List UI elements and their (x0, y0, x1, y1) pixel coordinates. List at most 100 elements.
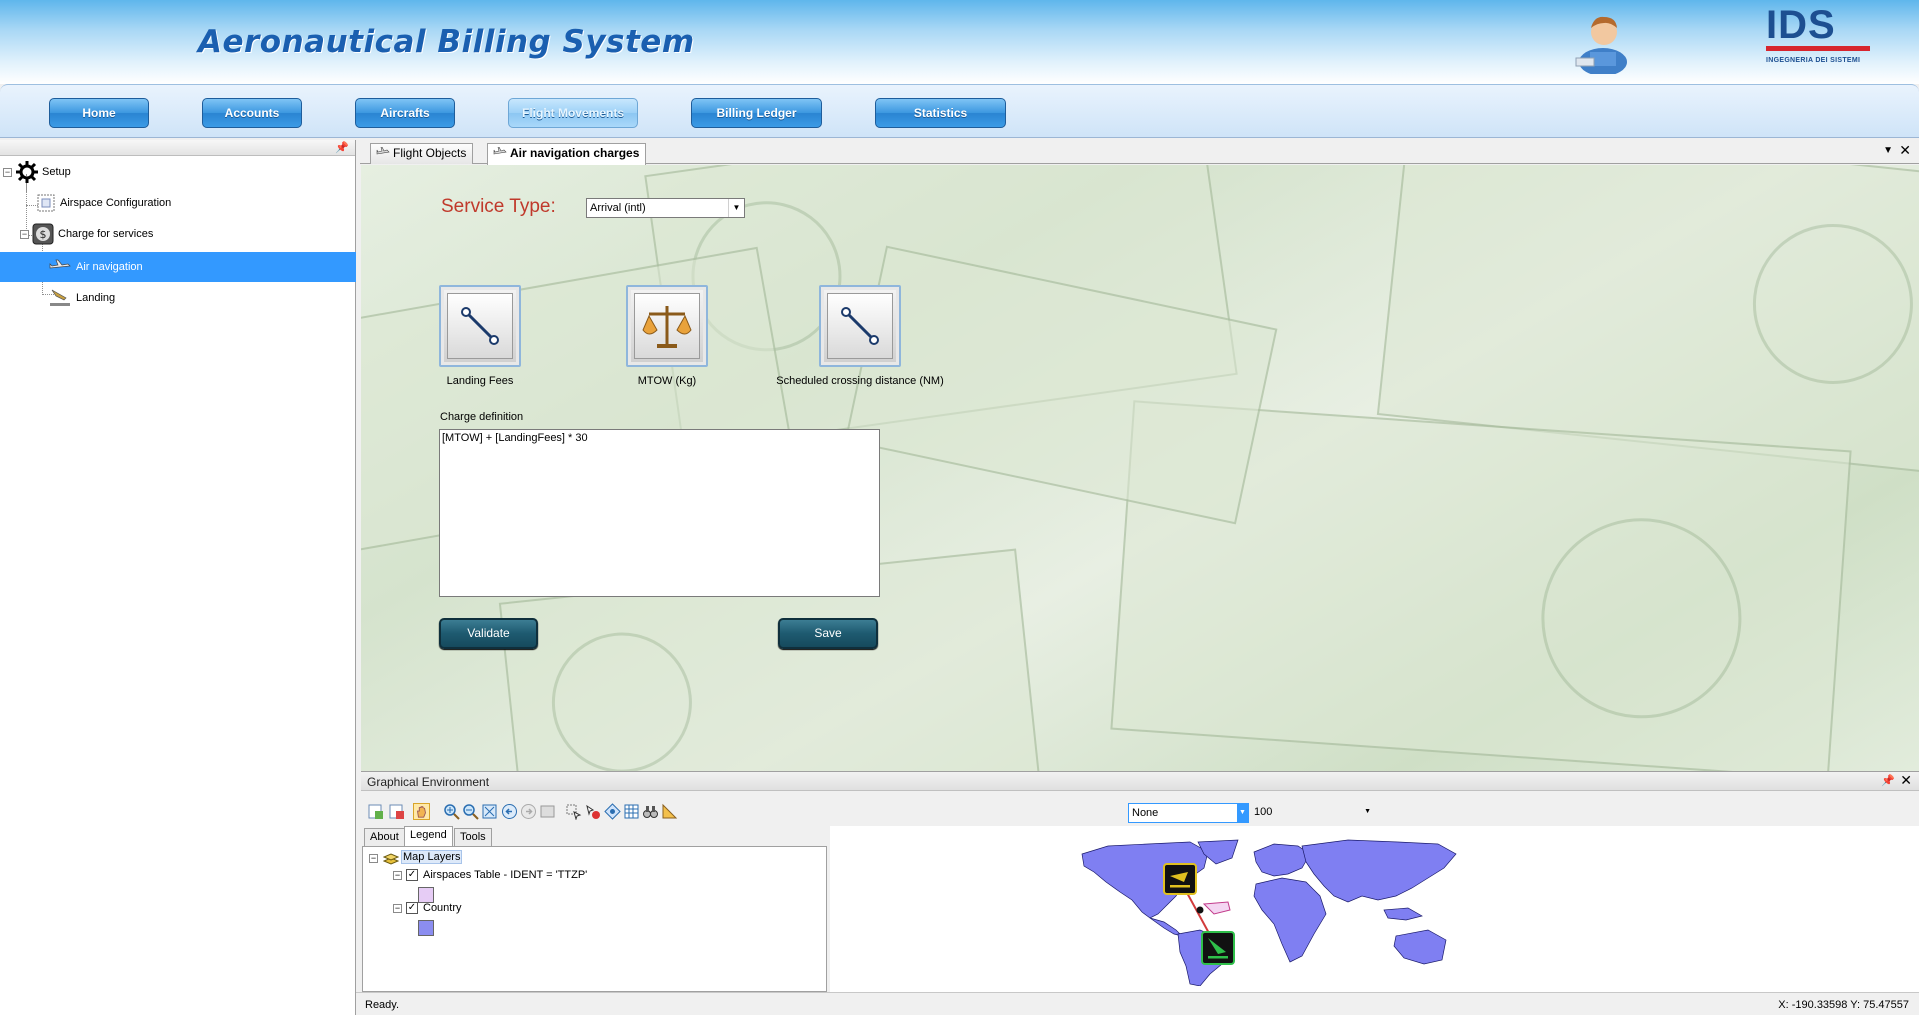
tree-label-landing: Landing (76, 292, 116, 304)
service-type-label: Service Type: (441, 196, 556, 217)
map-layer-select-value: None (1132, 807, 1159, 819)
airspaces-layer-collapse-toggle[interactable]: − (393, 871, 402, 880)
forward-arrow-icon[interactable] (520, 803, 537, 820)
zoom-extent-icon[interactable] (481, 803, 498, 820)
tree-panel-header: 📌 (0, 140, 355, 156)
binoculars-icon[interactable] (642, 803, 659, 820)
mtow-param-button[interactable] (626, 285, 708, 367)
validate-button[interactable]: Validate (439, 618, 538, 649)
map-layer-select[interactable]: None ▼ (1128, 803, 1249, 823)
nav-accounts-button[interactable]: Accounts (202, 98, 302, 128)
svg-text:$: $ (40, 228, 47, 241)
tree-label-charge-for-services: Charge for services (58, 228, 154, 240)
close-icon[interactable]: ✕ (1900, 772, 1912, 789)
airspaces-layer-label: Airspaces Table - IDENT = 'TTZP' (423, 869, 588, 881)
tree-label-setup: Setup (42, 166, 71, 178)
tab-label-air-navigation-charges: Air navigation charges (510, 146, 640, 160)
legend-panel: − Map Layers − ✓ Airspaces Table - IDENT… (362, 846, 827, 992)
user-avatar-icon[interactable] (1570, 8, 1636, 74)
tab-legend[interactable]: Legend (404, 826, 453, 846)
chevron-down-icon: ▼ (728, 199, 744, 217)
layers-icon (383, 853, 399, 865)
add-layer-icon[interactable] (367, 803, 384, 820)
tabs-dropdown-icon[interactable]: ▼ (1883, 145, 1893, 156)
line-icon (461, 307, 499, 345)
nav-billing-ledger-button[interactable]: Billing Ledger (691, 98, 822, 128)
identify-icon[interactable] (604, 803, 621, 820)
back-arrow-icon[interactable] (501, 803, 518, 820)
status-bar: Ready. X: -190.33598 Y: 75.47557 (356, 992, 1919, 1015)
tree-item-charge-for-services[interactable]: $ Charge for services (32, 219, 332, 249)
measure-icon[interactable] (661, 803, 678, 820)
landing-icon (50, 289, 70, 307)
tree-item-airspace-configuration[interactable]: Airspace Configuration (36, 188, 336, 218)
country-layer-collapse-toggle[interactable]: − (393, 904, 402, 913)
grid-icon (37, 194, 55, 212)
close-icon[interactable]: ✕ (1899, 142, 1911, 159)
plane-icon (376, 147, 390, 155)
pin-icon[interactable]: 📌 (335, 141, 349, 154)
chevron-down-icon: ▼ (1364, 808, 1371, 815)
logo-subtitle: INGEGNERIA DEI SISTEMI (1766, 57, 1861, 64)
nav-home-button[interactable]: Home (49, 98, 149, 128)
map-scale-value: 100 (1254, 806, 1273, 818)
map-view[interactable] (830, 826, 1919, 992)
aircraft-position-icon (1196, 906, 1204, 914)
departure-airport-icon[interactable] (1163, 863, 1197, 895)
select-tool-icon[interactable] (565, 803, 582, 820)
remove-layer-icon[interactable] (388, 803, 405, 820)
charge-definition-label: Charge definition (440, 411, 524, 423)
legend-root-label[interactable]: Map Layers (401, 850, 463, 864)
crossing-distance-param-button[interactable] (819, 285, 901, 367)
clear-selection-icon[interactable] (584, 803, 601, 820)
tab-about[interactable]: About (364, 828, 405, 846)
tab-tools[interactable]: Tools (454, 828, 492, 846)
plane-icon (493, 147, 507, 155)
map-layers-collapse-toggle[interactable]: − (369, 854, 378, 863)
map-coordinates-readout: X: -190.33598 Y: 75.47557 (1778, 999, 1909, 1011)
mtow-label: MTOW (Kg) (637, 375, 697, 387)
main-nav: Home Accounts Aircrafts Flight Movements… (0, 84, 1919, 138)
arrival-airport-icon[interactable] (1201, 931, 1235, 965)
tree-item-landing[interactable]: Landing (48, 283, 348, 313)
crossing-distance-label: Scheduled crossing distance (NM) (776, 375, 944, 387)
tab-flight-objects[interactable]: Flight Objects (370, 143, 474, 164)
service-type-select[interactable]: Arrival (intl) ▼ (586, 198, 745, 218)
graphical-environment-title: Graphical Environment (367, 775, 490, 789)
tab-air-navigation-charges[interactable]: Air navigation charges (487, 143, 647, 165)
landing-fees-param-button[interactable] (439, 285, 521, 367)
graphical-environment-header: Graphical Environment 📌 ✕ (361, 771, 1919, 791)
pin-icon[interactable]: 📌 (1881, 774, 1895, 787)
charge-definition-textarea[interactable]: [MTOW] + [LandingFees] * 30 (439, 429, 880, 597)
nav-flight-movements-button[interactable]: Flight Movements (508, 98, 638, 128)
tab-label-flight-objects: Flight Objects (393, 146, 467, 160)
service-type-value: Arrival (intl) (590, 202, 646, 214)
charges-editor-panel: Service Type: Arrival (intl) ▼ Landing F… (361, 165, 1919, 771)
setup-collapse-toggle[interactable]: − (3, 168, 12, 177)
tree-label-airspace-configuration: Airspace Configuration (60, 197, 172, 209)
airspaces-layer-checkbox[interactable]: ✓ (406, 869, 418, 881)
save-button[interactable]: Save (778, 618, 878, 649)
world-map[interactable] (1078, 838, 1458, 986)
country-layer-checkbox[interactable]: ✓ (406, 902, 418, 914)
gear-icon (16, 161, 38, 184)
tree-item-air-navigation[interactable]: Air navigation (0, 252, 356, 282)
country-layer-swatch (418, 920, 434, 936)
pan-hand-icon[interactable] (413, 803, 430, 820)
full-extent-icon[interactable] (539, 803, 556, 820)
table-icon[interactable] (623, 803, 640, 820)
nav-aircrafts-button[interactable]: Aircrafts (355, 98, 455, 128)
zoom-in-icon[interactable] (443, 803, 460, 820)
airspaces-layer-swatch (418, 887, 434, 903)
tree-item-setup[interactable]: Setup (16, 157, 336, 187)
charge-collapse-toggle[interactable]: − (20, 230, 29, 239)
country-layer-label: Country (423, 902, 462, 914)
nav-statistics-button[interactable]: Statistics (875, 98, 1006, 128)
setup-tree-panel: 📌 − Setup Airspace Configuration − $ Cha… (0, 140, 356, 1015)
map-scale-select[interactable]: 100 ▼ (1251, 803, 1373, 823)
scales-icon (642, 306, 692, 348)
ids-logo: IDS INGEGNERIA DEI SISTEMI (1766, 5, 1876, 74)
zoom-out-icon[interactable] (462, 803, 479, 820)
document-tab-strip: Flight Objects Air navigation charges ▼ … (360, 140, 1919, 165)
app-header: Aeronautical Billing System IDS INGEGNER… (0, 0, 1919, 84)
